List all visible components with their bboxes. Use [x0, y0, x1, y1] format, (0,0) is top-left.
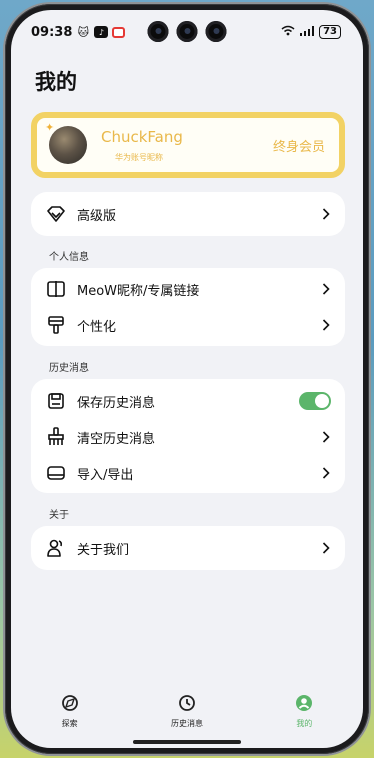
camera-dot [147, 21, 169, 42]
menu-item-personalization[interactable]: 个性化 [31, 307, 345, 343]
explore-icon [61, 694, 79, 714]
chevron-right-icon [321, 282, 331, 296]
membership-tier: 终身会员 [272, 139, 325, 155]
cat-notification-icon: 🐱 [77, 25, 90, 39]
tab-profile[interactable]: 我的 [246, 690, 363, 740]
chevron-right-icon [321, 207, 331, 221]
menu-item-label: MeoW昵称/专属链接 [77, 283, 200, 299]
tab-label: 历史消息 [170, 719, 203, 728]
phone-frame: 09:38 🐱 ♪ 73 我的 ✦ ChuckFang 华为账号昵称 终身会员 … [5, 4, 369, 754]
menu-item-label: 关于我们 [77, 542, 130, 558]
diamond-icon [45, 203, 67, 225]
avatar-badge-icon: ✦ [45, 121, 55, 134]
signal-icon [300, 25, 315, 39]
save-history-toggle[interactable] [299, 392, 331, 410]
premium-label: 高级版 [77, 208, 117, 224]
tab-explore[interactable]: 探索 [11, 690, 128, 740]
about-card: 关于我们 [31, 526, 345, 570]
home-indicator[interactable] [133, 740, 241, 744]
profile-icon [295, 694, 313, 714]
personal-card: MeoW昵称/专属链接 个性化 [31, 268, 345, 346]
paint-brush-icon [45, 314, 67, 336]
premium-row[interactable]: 高级版 [31, 196, 345, 232]
avatar[interactable]: ✦ [45, 121, 87, 164]
section-label-personal: 个人信息 [49, 252, 89, 263]
tiktok-notification-icon: ♪ [94, 26, 109, 38]
profile-text: ChuckFang 华为账号昵称 [101, 128, 183, 163]
history-clock-icon [178, 694, 196, 714]
camera-cutout [147, 21, 227, 42]
broom-icon [45, 426, 67, 448]
app-screen: 09:38 🐱 ♪ 73 我的 ✦ ChuckFang 华为账号昵称 终身会员 … [11, 10, 363, 748]
bottom-tab-bar: 探索 历史消息 我的 [11, 690, 363, 740]
profile-card[interactable]: ✦ ChuckFang 华为账号昵称 终身会员 [31, 112, 345, 178]
menu-item-label: 个性化 [77, 319, 117, 335]
chevron-right-icon [321, 466, 331, 480]
camera-dot [176, 21, 198, 42]
users-icon [45, 537, 67, 559]
menu-item-about-us[interactable]: 关于我们 [31, 530, 345, 566]
menu-item-label: 清空历史消息 [77, 431, 156, 447]
section-label-history: 历史消息 [49, 363, 89, 374]
menu-item-label: 导入/导出 [77, 467, 134, 483]
section-label-about: 关于 [49, 510, 69, 521]
save-icon [45, 390, 67, 412]
status-right: 73 [281, 25, 341, 39]
menu-item-clear-history[interactable]: 清空历史消息 [31, 419, 345, 455]
status-bar: 09:38 🐱 ♪ 73 [11, 10, 363, 54]
tab-label: 我的 [296, 719, 313, 728]
drive-icon [45, 462, 67, 484]
tab-label: 探索 [61, 719, 78, 728]
app-notification-icon [112, 26, 126, 38]
battery-indicator: 73 [319, 25, 341, 39]
tab-history[interactable]: 历史消息 [128, 690, 245, 740]
menu-item-meow-nickname[interactable]: MeoW昵称/专属链接 [31, 271, 345, 307]
premium-card: 高级版 [31, 192, 345, 236]
wifi-icon [281, 25, 295, 39]
history-card: 保存历史消息 清空历史消息 导入/导出 [31, 379, 345, 493]
menu-item-save-history[interactable]: 保存历史消息 [31, 383, 345, 419]
link-card-icon [45, 278, 67, 300]
profile-name: ChuckFang [101, 127, 183, 146]
chevron-right-icon [321, 318, 331, 332]
menu-item-label: 保存历史消息 [77, 395, 156, 411]
camera-dot [205, 21, 227, 42]
chevron-right-icon [321, 541, 331, 555]
status-left: 09:38 🐱 ♪ [31, 24, 126, 40]
menu-item-import-export[interactable]: 导入/导出 [31, 455, 345, 491]
page-title: 我的 [35, 70, 77, 94]
profile-subtitle: 华为账号昵称 [115, 152, 163, 162]
status-time: 09:38 [31, 24, 73, 40]
chevron-right-icon [321, 430, 331, 444]
